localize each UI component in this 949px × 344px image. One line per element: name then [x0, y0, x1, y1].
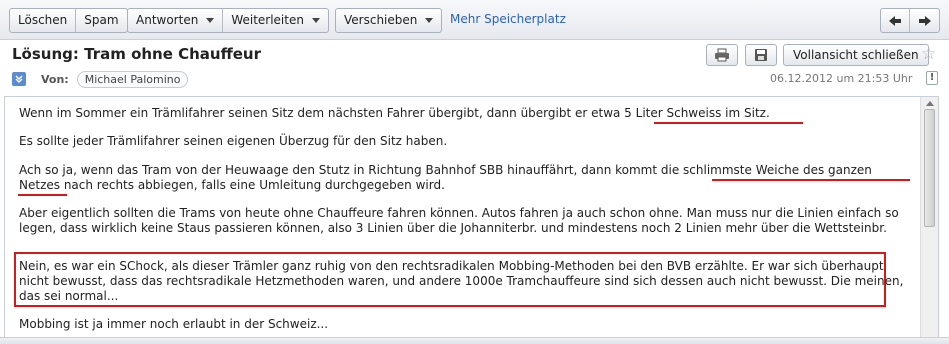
- chevron-down-icon[interactable]: [206, 18, 215, 23]
- chevron-down-icon: [425, 18, 434, 23]
- print-icon: [715, 48, 729, 62]
- star-icon[interactable]: ☆: [921, 44, 936, 64]
- move-group: Verschieben: [335, 8, 443, 33]
- save-button[interactable]: [745, 44, 777, 66]
- reply-label: Antworten: [136, 13, 199, 27]
- arrow-left-icon: [889, 15, 901, 26]
- delete-spam-group: Löschen Spam: [9, 8, 128, 33]
- reply-forward-group: Antworten Weiterleiten: [127, 8, 329, 33]
- move-label: Verschieben: [344, 13, 418, 27]
- reply-button[interactable]: Antworten: [128, 9, 224, 32]
- body-paragraph: Mobbing ist ja immer noch erlaubt in der…: [19, 317, 329, 331]
- previous-message-button[interactable]: [881, 9, 910, 32]
- delete-button[interactable]: Löschen: [10, 9, 77, 32]
- annotation-underline: [712, 179, 910, 181]
- body-paragraph: Nein, es war ein SChock, als dieser Träm…: [19, 259, 904, 303]
- message-toolbar: Löschen Spam Antworten Weiterleiten Vers…: [0, 0, 949, 40]
- scrollbar[interactable]: [920, 97, 938, 344]
- save-icon: [755, 49, 767, 61]
- scroll-up-icon[interactable]: [926, 101, 934, 106]
- body-paragraph: Es sollte jeder Trämlifahrer seinen eige…: [19, 134, 448, 148]
- annotation-underline: [18, 194, 67, 196]
- move-button[interactable]: Verschieben: [336, 9, 441, 32]
- info-icon[interactable]: !: [926, 71, 938, 85]
- close-fullview-button[interactable]: Vollansicht schließen: [783, 44, 929, 66]
- forward-button[interactable]: Weiterleiten: [223, 9, 328, 32]
- message-date: 06.12.2012 um 21:53 Uhr: [770, 72, 913, 85]
- print-button[interactable]: [706, 44, 738, 66]
- sender-chip[interactable]: Michael Palomino: [76, 70, 189, 88]
- chevron-down-icon[interactable]: [311, 18, 320, 23]
- from-row: Von: Michael Palomino: [12, 70, 189, 88]
- scrollbar-thumb[interactable]: [924, 109, 935, 227]
- more-storage-link[interactable]: Mehr Speicherplatz: [450, 12, 566, 26]
- next-message-button[interactable]: [910, 9, 939, 32]
- arrow-right-icon: [918, 15, 931, 26]
- message-navigation: [880, 8, 940, 33]
- body-paragraph: Aber eigentlich sollten die Trams von he…: [19, 206, 899, 235]
- expand-icon[interactable]: [12, 72, 26, 86]
- from-label: Von:: [41, 72, 69, 86]
- spam-button[interactable]: Spam: [76, 9, 126, 32]
- message-subject: Lösung: Tram ohne Chauffeur: [12, 45, 262, 63]
- body-paragraph: Ach so ja, wenn das Tram von der Heuwaag…: [19, 163, 872, 192]
- bottom-edge: [0, 337, 949, 344]
- forward-label: Weiterleiten: [231, 13, 304, 27]
- annotation-underline: [654, 122, 803, 124]
- body-paragraph: Wenn im Sommer ein Trämlifahrer seinen S…: [19, 106, 770, 120]
